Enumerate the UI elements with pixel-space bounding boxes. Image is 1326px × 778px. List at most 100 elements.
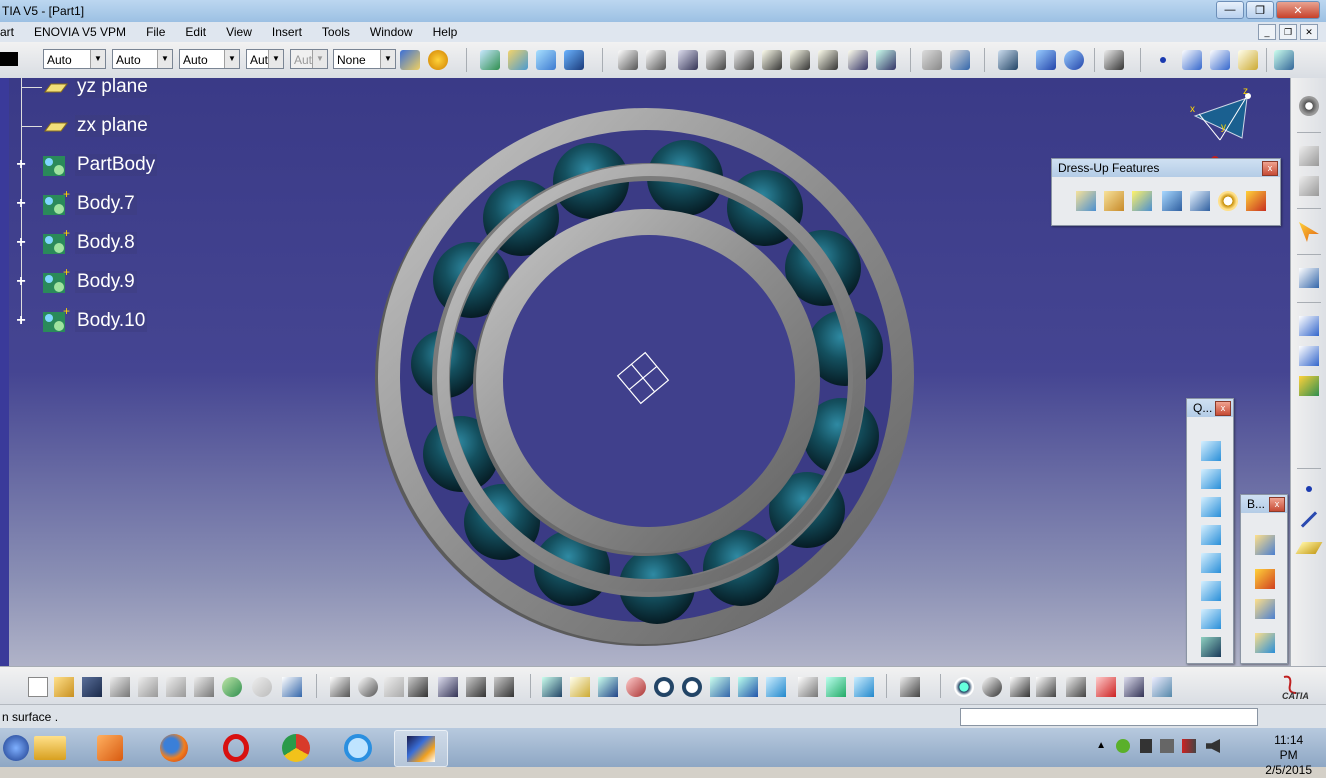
new-file-icon[interactable]: [28, 677, 48, 697]
close-icon[interactable]: x: [1215, 401, 1231, 416]
chevron-down-icon[interactable]: ▼: [380, 50, 395, 68]
copy-geometry-icon[interactable]: [1299, 176, 1319, 196]
layers-icon[interactable]: [1124, 677, 1144, 697]
chevron-down-icon[interactable]: ▼: [90, 50, 105, 68]
print-icon[interactable]: [110, 677, 130, 697]
tree-reorder-icon[interactable]: [438, 677, 458, 697]
shell-icon[interactable]: [1162, 191, 1182, 211]
close-button[interactable]: ✕: [1276, 1, 1320, 19]
tray-update-icon[interactable]: [1116, 739, 1130, 753]
tray-network-icon[interactable]: [1182, 739, 1196, 753]
menu-enovia[interactable]: ENOVIA V5 VPM: [24, 25, 136, 39]
linetype-combo[interactable]: Auto ▼: [179, 49, 240, 69]
plane-tool-icon[interactable]: [1238, 50, 1258, 70]
workbench-icon[interactable]: [1274, 50, 1294, 70]
help-icon[interactable]: [282, 677, 302, 697]
cut-icon[interactable]: [138, 677, 158, 697]
menu-window[interactable]: Window: [360, 25, 423, 39]
normal-view-icon[interactable]: [710, 677, 730, 697]
sketch-based-icon[interactable]: [536, 50, 556, 70]
3d-compass-icon[interactable]: [1066, 677, 1086, 697]
analysis-icon[interactable]: [998, 50, 1018, 70]
bottom-view-icon[interactable]: [1201, 609, 1221, 629]
boolean-operations-toolbar[interactable]: B... x: [1240, 494, 1288, 664]
zoom-in-icon[interactable]: [654, 677, 674, 697]
menu-start[interactable]: art: [0, 25, 24, 39]
add-icon[interactable]: [1255, 569, 1275, 589]
minimize-button[interactable]: —: [1216, 1, 1244, 19]
view-mode-toolbar[interactable]: Q... x: [1186, 398, 1234, 664]
fit-all-icon[interactable]: [1104, 50, 1124, 70]
design-table-icon[interactable]: [408, 677, 428, 697]
law-icon[interactable]: [384, 677, 404, 697]
normal-view-icon[interactable]: [734, 50, 754, 70]
sketch-icon[interactable]: [1299, 268, 1319, 288]
axis-icon[interactable]: [1010, 677, 1030, 697]
close-icon[interactable]: x: [1269, 497, 1285, 512]
power-input-field[interactable]: [960, 708, 1258, 726]
hide-show-icon[interactable]: [876, 50, 896, 70]
menu-edit[interactable]: Edit: [175, 25, 216, 39]
paste-icon[interactable]: [194, 677, 214, 697]
arc-icon[interactable]: [1210, 50, 1230, 70]
lock-icon[interactable]: [466, 677, 486, 697]
pad-icon[interactable]: [480, 50, 500, 70]
draft-icon[interactable]: [1132, 191, 1152, 211]
flag-note-icon[interactable]: [1299, 346, 1319, 366]
pan-icon[interactable]: [598, 677, 618, 697]
taskbar-firefox[interactable]: [148, 730, 200, 765]
measure-between-icon[interactable]: [1096, 677, 1116, 697]
measure-icon[interactable]: [1036, 50, 1056, 70]
tray-flag-icon[interactable]: [1140, 739, 1152, 753]
top-view-icon[interactable]: [1201, 581, 1221, 601]
tray-expand-icon[interactable]: ▲: [1096, 740, 1106, 751]
restore-button[interactable]: ❐: [1246, 1, 1274, 19]
hand-icon[interactable]: [982, 677, 1002, 697]
assemble-icon[interactable]: [1255, 535, 1275, 555]
chevron-down-icon[interactable]: ▼: [224, 50, 239, 68]
taskbar-chrome[interactable]: [270, 730, 322, 765]
left-view-icon[interactable]: [1201, 525, 1221, 545]
thread-icon[interactable]: [1218, 191, 1238, 211]
expand-icon[interactable]: +: [14, 157, 28, 173]
chamfer-icon[interactable]: [1104, 191, 1124, 211]
fly-icon[interactable]: [542, 677, 562, 697]
units-icon[interactable]: [1036, 677, 1056, 697]
doc-restore-button[interactable]: ❐: [1279, 24, 1297, 40]
catalog-icon[interactable]: [1299, 146, 1319, 166]
grid-icon[interactable]: [922, 50, 942, 70]
taskbar-ie[interactable]: [332, 730, 384, 765]
back-view-icon[interactable]: [1201, 497, 1221, 517]
save-icon[interactable]: [82, 677, 102, 697]
union-trim-icon[interactable]: [1255, 599, 1275, 619]
line-icon[interactable]: [1300, 511, 1318, 528]
view-mode-icon[interactable]: [798, 677, 818, 697]
menu-view[interactable]: View: [216, 25, 262, 39]
copy-icon[interactable]: [166, 677, 186, 697]
taskbar-explorer[interactable]: [24, 730, 76, 765]
multi-view-icon[interactable]: [738, 677, 758, 697]
menu-insert[interactable]: Insert: [262, 25, 312, 39]
expand-icon[interactable]: +: [14, 313, 28, 329]
palette-header[interactable]: B... x: [1241, 495, 1287, 513]
palette-header[interactable]: Q... x: [1187, 399, 1233, 417]
remove-face-icon[interactable]: [1246, 191, 1266, 211]
zoom-out-icon[interactable]: [682, 677, 702, 697]
dressup-features-toolbar[interactable]: Dress-Up Features x: [1051, 158, 1281, 226]
isometric-view-icon[interactable]: [1201, 441, 1221, 461]
binoculars-icon[interactable]: [678, 50, 698, 70]
menu-tools[interactable]: Tools: [312, 25, 360, 39]
gear-icon[interactable]: [1299, 96, 1319, 116]
sync-icon[interactable]: [954, 677, 974, 697]
close-icon[interactable]: x: [1262, 161, 1278, 176]
painter-icon[interactable]: [400, 50, 420, 70]
remove-lump-icon[interactable]: [1255, 633, 1275, 653]
palette-header[interactable]: Dress-Up Features x: [1052, 159, 1280, 177]
axis-view-icon[interactable]: [706, 50, 726, 70]
front-view-icon[interactable]: [1201, 469, 1221, 489]
rotate-icon[interactable]: [1064, 50, 1084, 70]
tray-device-icon[interactable]: [1160, 739, 1174, 753]
shading-icon[interactable]: [762, 50, 782, 70]
spline-icon[interactable]: [1182, 50, 1202, 70]
layer-combo[interactable]: None ▼: [333, 49, 396, 69]
